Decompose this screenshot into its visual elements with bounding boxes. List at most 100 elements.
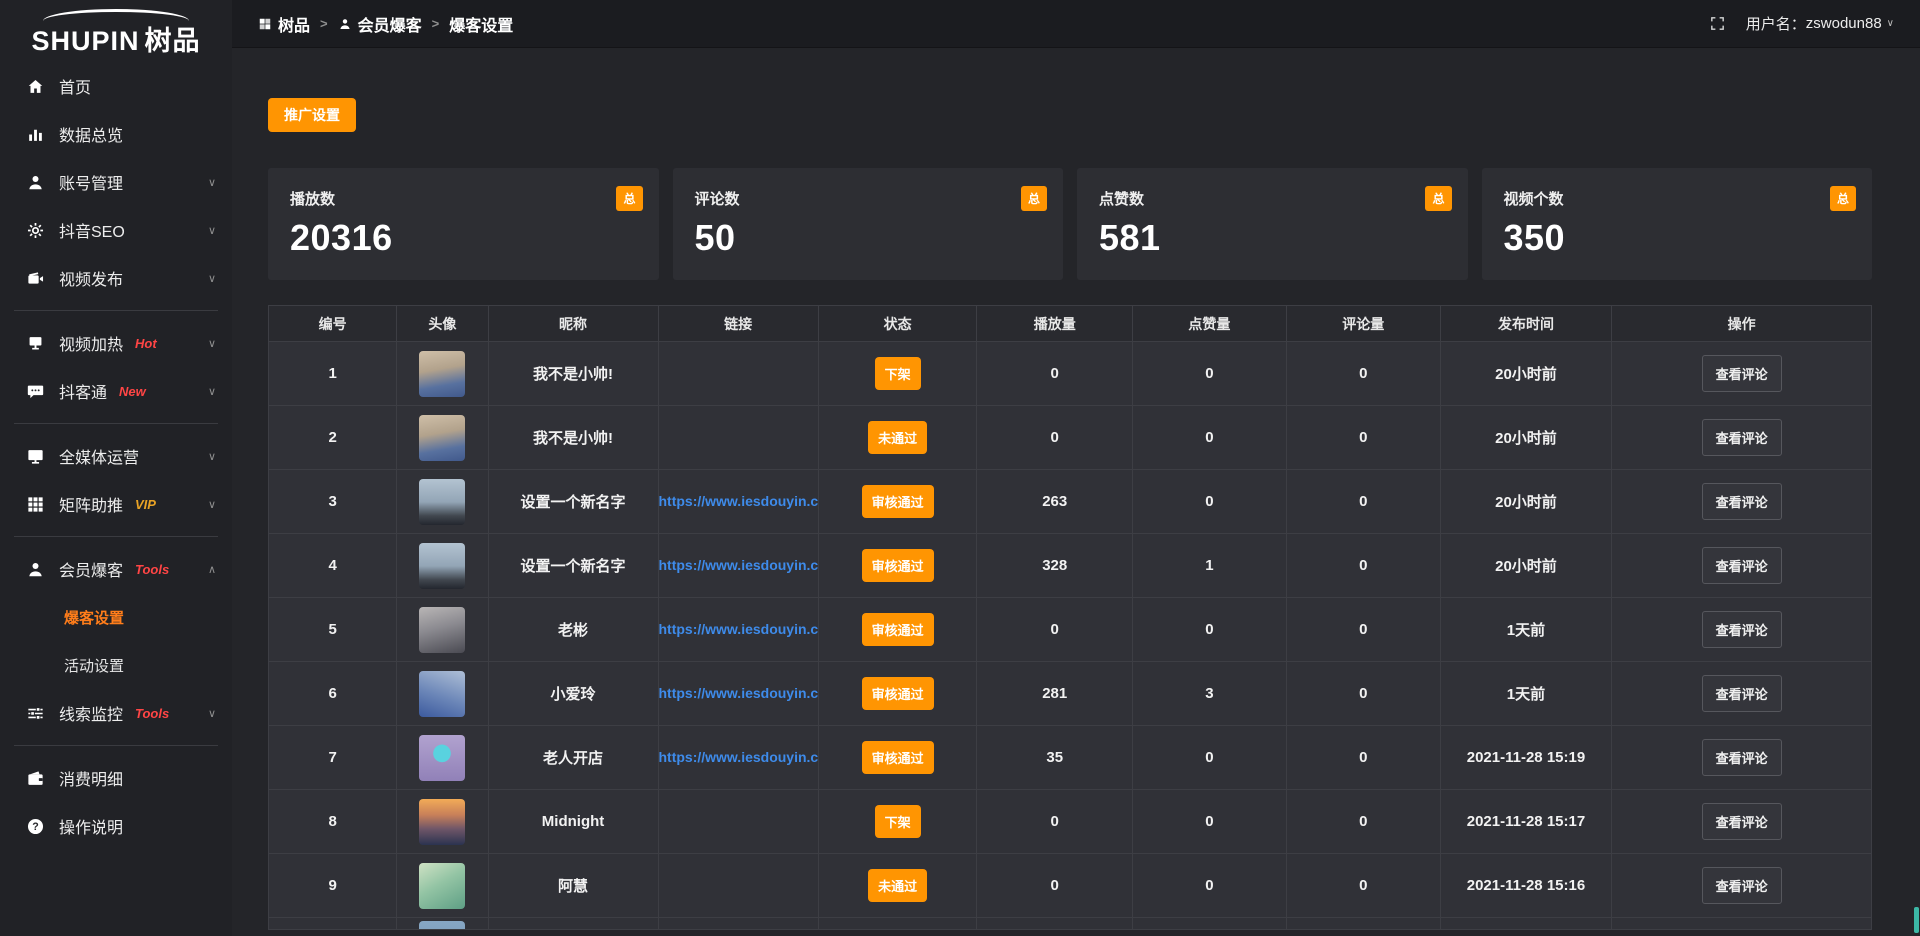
total-badge: 总 [616,186,642,211]
sidebar-item-clue-monitor[interactable]: 线索监控Tools∨ [0,689,232,737]
status-badge[interactable]: 未通过 [868,421,927,454]
cell-status: 审核通过 [818,726,977,790]
total-badge: 总 [1021,186,1047,211]
sidebar-item-operation-guide[interactable]: ?操作说明 [0,802,232,850]
sidebar-item-account-manage[interactable]: 账号管理∨ [0,158,232,206]
svg-text:?: ? [32,821,39,833]
status-badge[interactable]: 下架 [875,805,921,838]
sidebar-item-consume-detail[interactable]: 消费明细 [0,754,232,802]
cell-id: 6 [269,662,397,726]
sidebar-subitem-activity-settings[interactable]: 活动设置 [0,641,232,689]
chevron-down-icon: ∨ [208,707,216,720]
breadcrumb: 树品 > 会员爆客 > 爆客设置 [258,12,513,36]
user-menu[interactable]: 用户名：zswodun88∨ [1746,13,1894,34]
sidebar-item-tag: New [119,384,146,399]
total-badge: 总 [1425,186,1451,211]
status-badge[interactable]: 审核通过 [862,485,934,518]
cell-likes: 0 [1132,406,1286,470]
sidebar-subitem-baoke-settings[interactable]: 爆客设置 [0,593,232,641]
status-badge[interactable]: 审核通过 [862,741,934,774]
table-row: 9阿慧未通过0002021-11-28 15:16查看评论 [269,854,1872,918]
cell-status: 下架 [818,790,977,854]
cell-comments: 0 [1286,470,1440,534]
chevron-down-icon: ∨ [208,337,216,350]
sidebar-item-label: 全媒体运营 [59,444,139,468]
avatar [419,351,465,397]
breadcrumb-item[interactable]: 会员爆客 [338,12,422,36]
chart-icon [26,125,45,144]
sidebar-item-label: 抖音SEO [59,218,125,242]
sidebar-item-member-baoke[interactable]: 会员爆客Tools∧ [0,545,232,593]
stat-card-1: 播放数总20316 [268,168,659,280]
cell-link [658,918,818,930]
column-header-link: 链接 [658,306,818,342]
sidebar-item-label: 消费明细 [59,766,123,790]
wallet-icon [26,769,45,788]
breadcrumb-item[interactable]: 爆客设置 [449,12,513,36]
status-badge[interactable]: 审核通过 [862,677,934,710]
question-icon: ? [26,817,45,836]
sidebar-item-all-media[interactable]: 全媒体运营∨ [0,432,232,480]
avatar [419,479,465,525]
sidebar-item-video-heat[interactable]: 视频加热Hot∨ [0,319,232,367]
cell-nickname: 我不是小帅! [488,406,658,470]
status-badge[interactable]: 下架 [875,357,921,390]
view-comments-button[interactable]: 查看评论 [1702,419,1782,456]
video-link[interactable]: https://www.iesdouyin.c [659,621,819,637]
cell-likes: 0 [1132,470,1286,534]
view-comments-button[interactable]: 查看评论 [1702,867,1782,904]
scrollbar-thumb[interactable] [1914,907,1919,933]
stat-cards: 播放数总20316评论数总50点赞数总581视频个数总350 [268,168,1872,280]
breadcrumb-separator: > [320,16,328,31]
view-comments-button[interactable]: 查看评论 [1702,483,1782,520]
breadcrumb-separator: > [432,16,440,31]
cell-status: 未通过 [818,854,977,918]
cell-plays: 0 [977,406,1132,470]
view-comments-button[interactable]: 查看评论 [1702,803,1782,840]
chevron-down-icon: ∨ [208,272,216,285]
avatar [419,799,465,845]
sidebar-item-data-overview[interactable]: 数据总览 [0,110,232,158]
logo: SHUPIN树品 [0,0,232,62]
user-icon [26,173,45,192]
cell-status: 审核通过 [818,534,977,598]
video-link[interactable]: https://www.iesdouyin.c [659,749,819,765]
stat-value: 581 [1099,217,1446,259]
sidebar-item-home[interactable]: 首页 [0,62,232,110]
view-comments-button[interactable]: 查看评论 [1702,355,1782,392]
view-comments-button[interactable]: 查看评论 [1702,739,1782,776]
cell-nickname: 阿慧 [488,854,658,918]
video-link[interactable]: https://www.iesdouyin.c [659,685,819,701]
view-comments-button[interactable]: 查看评论 [1702,547,1782,584]
stat-card-4: 视频个数总350 [1482,168,1873,280]
avatar [419,921,465,929]
video-link[interactable]: https://www.iesdouyin.c [659,493,819,509]
member-icon [26,560,45,579]
status-badge[interactable]: 未通过 [868,869,927,902]
sidebar-item-douyin-seo[interactable]: 抖音SEO∨ [0,206,232,254]
breadcrumb-item[interactable]: 树品 [258,12,310,36]
cell-actions: 查看评论 [1612,406,1872,470]
person-icon [338,17,352,31]
cell-id: 5 [269,598,397,662]
stat-label: 视频个数 [1504,188,1851,209]
fullscreen-button[interactable] [1709,15,1726,32]
sidebar-item-douketong[interactable]: 抖客通New∨ [0,367,232,415]
view-comments-button[interactable]: 查看评论 [1702,675,1782,712]
sidebar-item-matrix-boost[interactable]: 矩阵助推VIP∨ [0,480,232,528]
chevron-down-icon: ∨ [208,385,216,398]
view-comments-button[interactable]: 查看评论 [1702,611,1782,648]
sidebar-item-video-publish[interactable]: 视频发布∨ [0,254,232,302]
sidebar-divider [14,310,218,311]
cell-link: https://www.iesdouyin.c [658,598,818,662]
video-link[interactable]: https://www.iesdouyin.c [659,557,819,573]
apps-icon [258,17,272,31]
cell-published: 20小时前 [1440,534,1612,598]
status-badge[interactable]: 审核通过 [862,549,934,582]
promo-settings-button[interactable]: 推广设置 [268,98,356,132]
cell-actions: 查看评论 [1612,662,1872,726]
cell-avatar [397,534,488,598]
cell-published [1440,918,1612,930]
status-badge[interactable]: 审核通过 [862,613,934,646]
sidebar-menu: 首页数据总览账号管理∨抖音SEO∨视频发布∨视频加热Hot∨抖客通New∨全媒体… [0,62,232,850]
